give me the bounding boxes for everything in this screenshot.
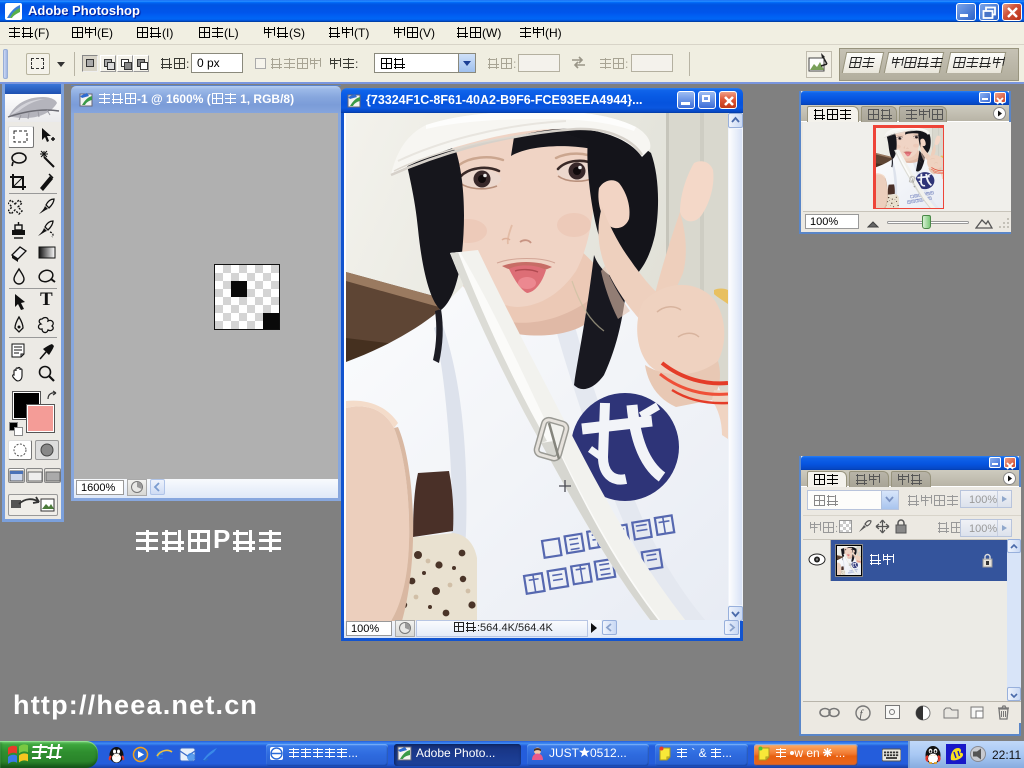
- svg-text:f: f: [860, 708, 865, 720]
